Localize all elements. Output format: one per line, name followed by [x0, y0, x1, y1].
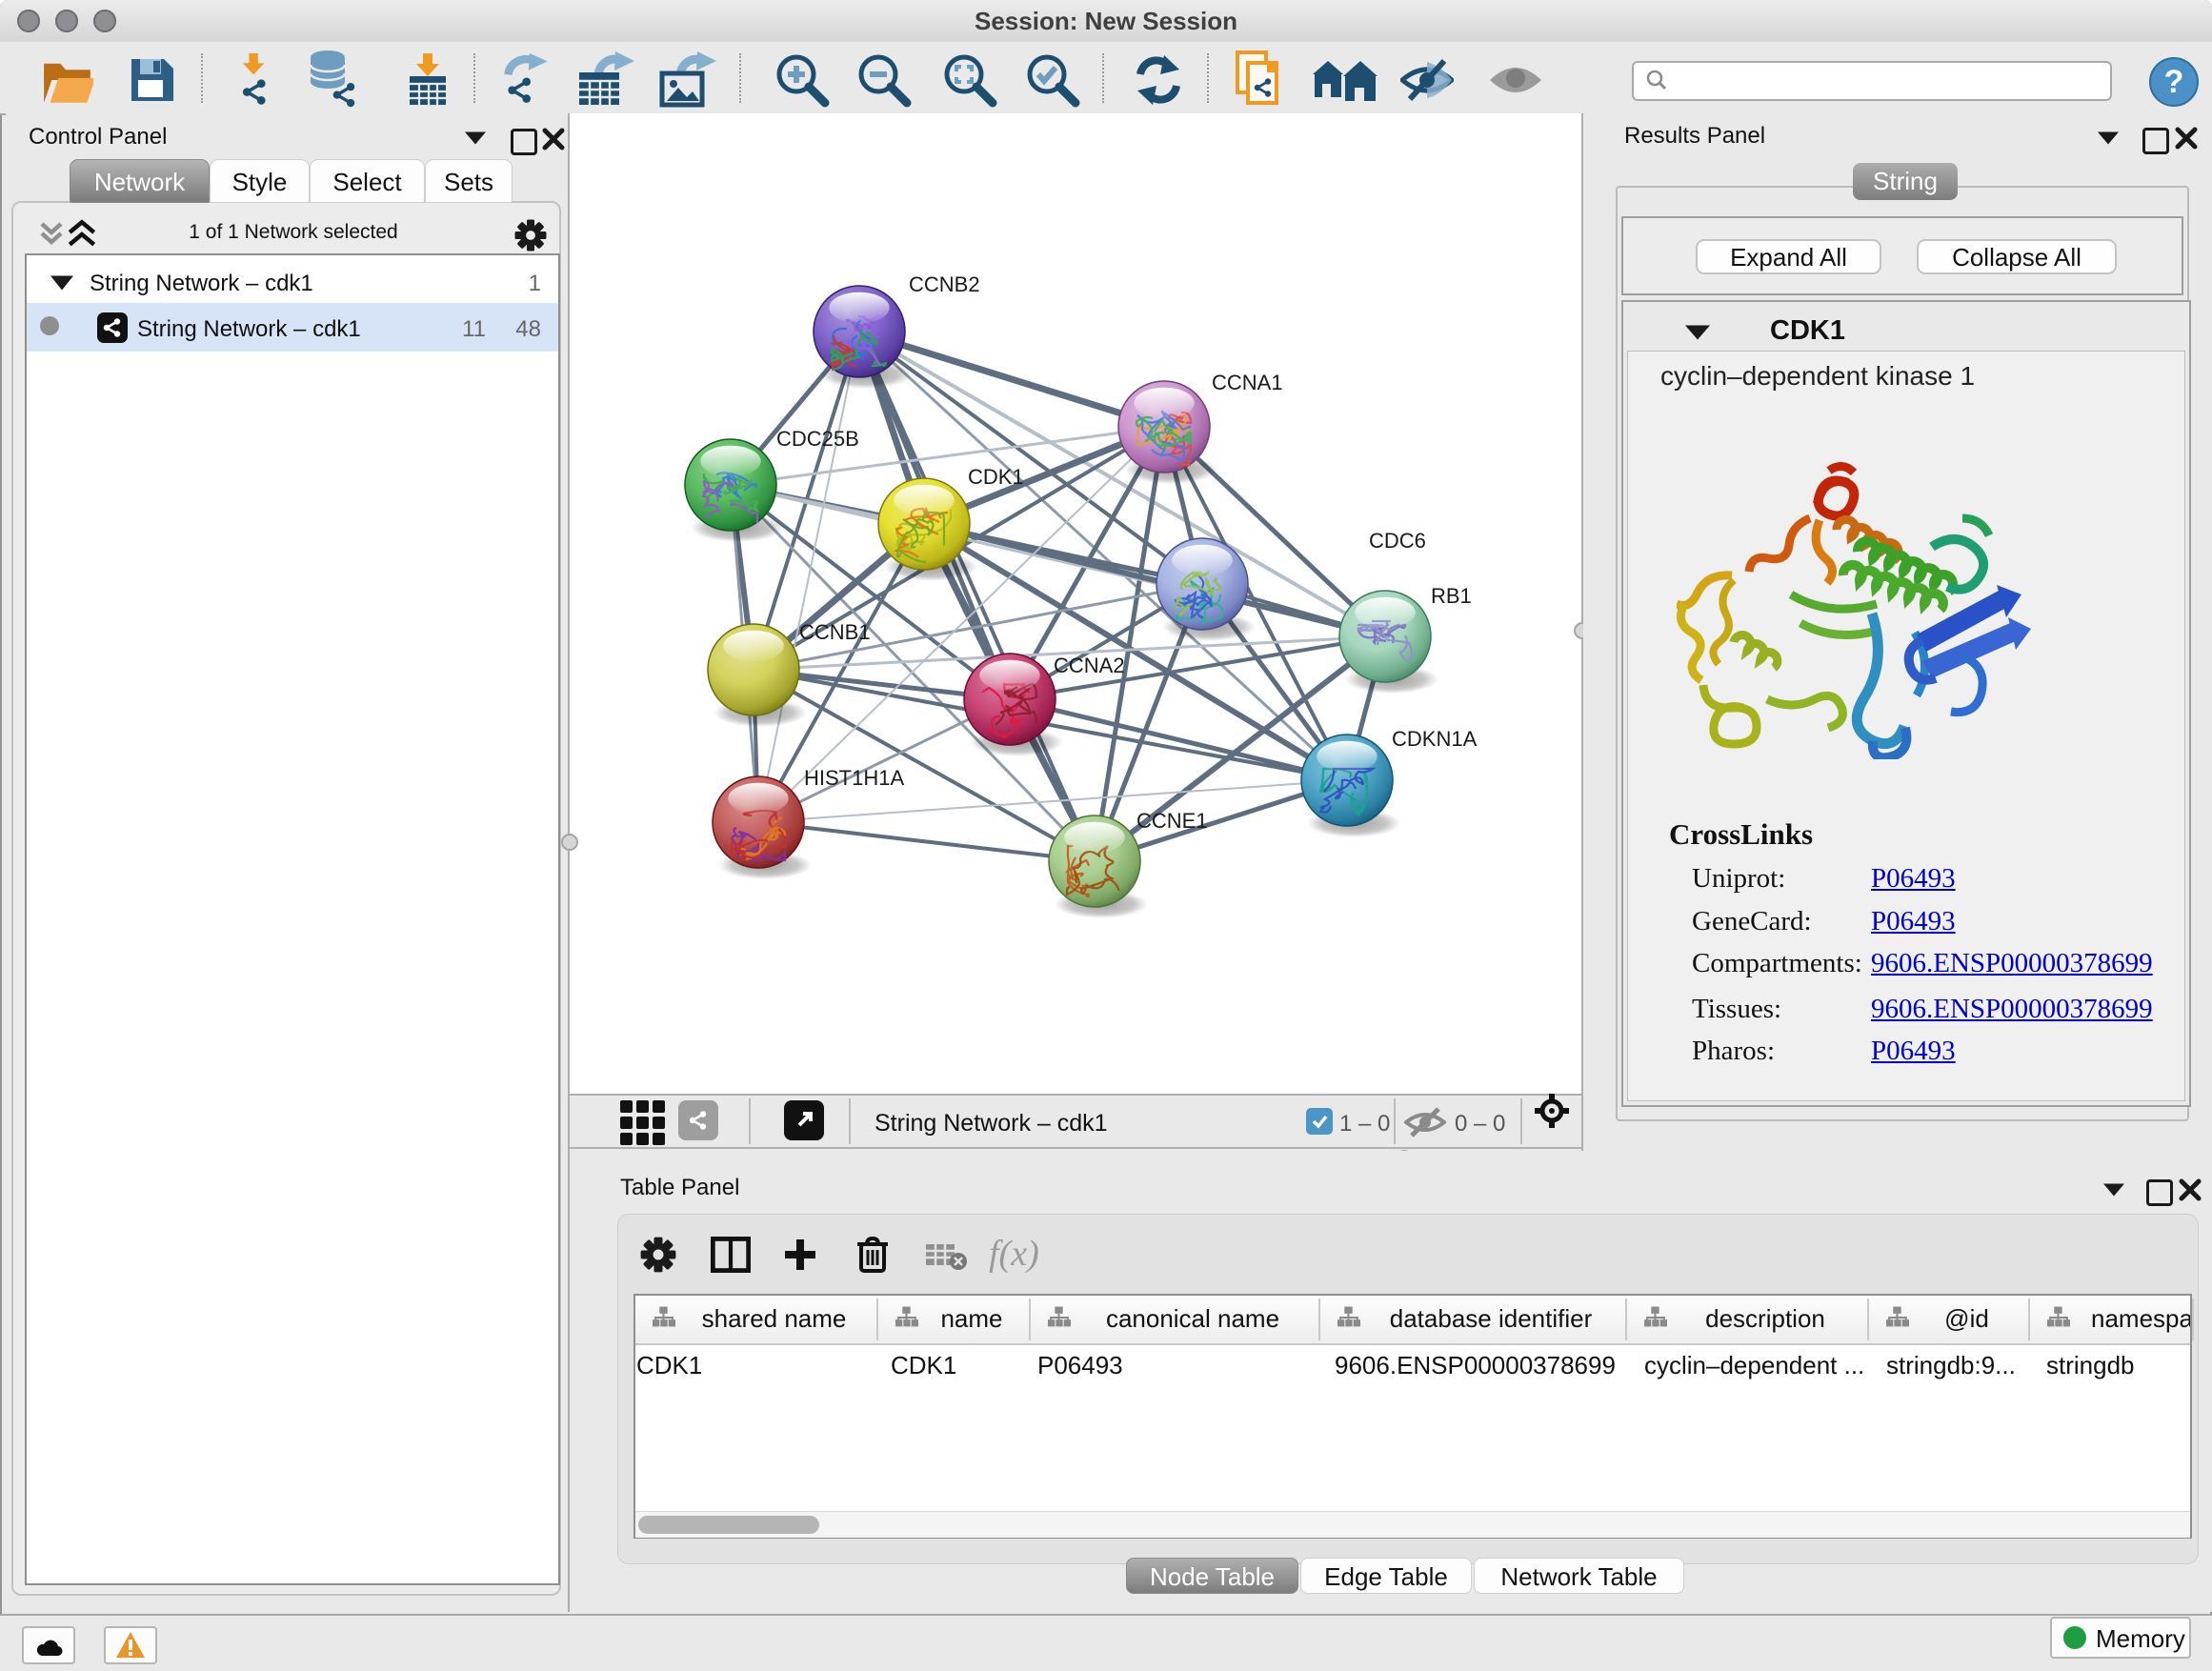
svg-text:RB1: RB1: [1431, 584, 1472, 608]
svg-text:CCNB1: CCNB1: [799, 620, 871, 644]
svg-text:CCNA2: CCNA2: [1054, 654, 1125, 677]
svg-text:CDC6: CDC6: [1369, 529, 1426, 553]
svg-text:CCNB2: CCNB2: [909, 272, 980, 296]
svg-text:CDK1: CDK1: [968, 465, 1024, 489]
svg-text:CDC25B: CDC25B: [776, 427, 859, 451]
svg-text:CCNE1: CCNE1: [1136, 809, 1208, 833]
svg-text:CCNA1: CCNA1: [1212, 371, 1283, 394]
svg-text:HIST1H1A: HIST1H1A: [804, 766, 904, 790]
svg-text:CDKN1A: CDKN1A: [1392, 727, 1478, 751]
